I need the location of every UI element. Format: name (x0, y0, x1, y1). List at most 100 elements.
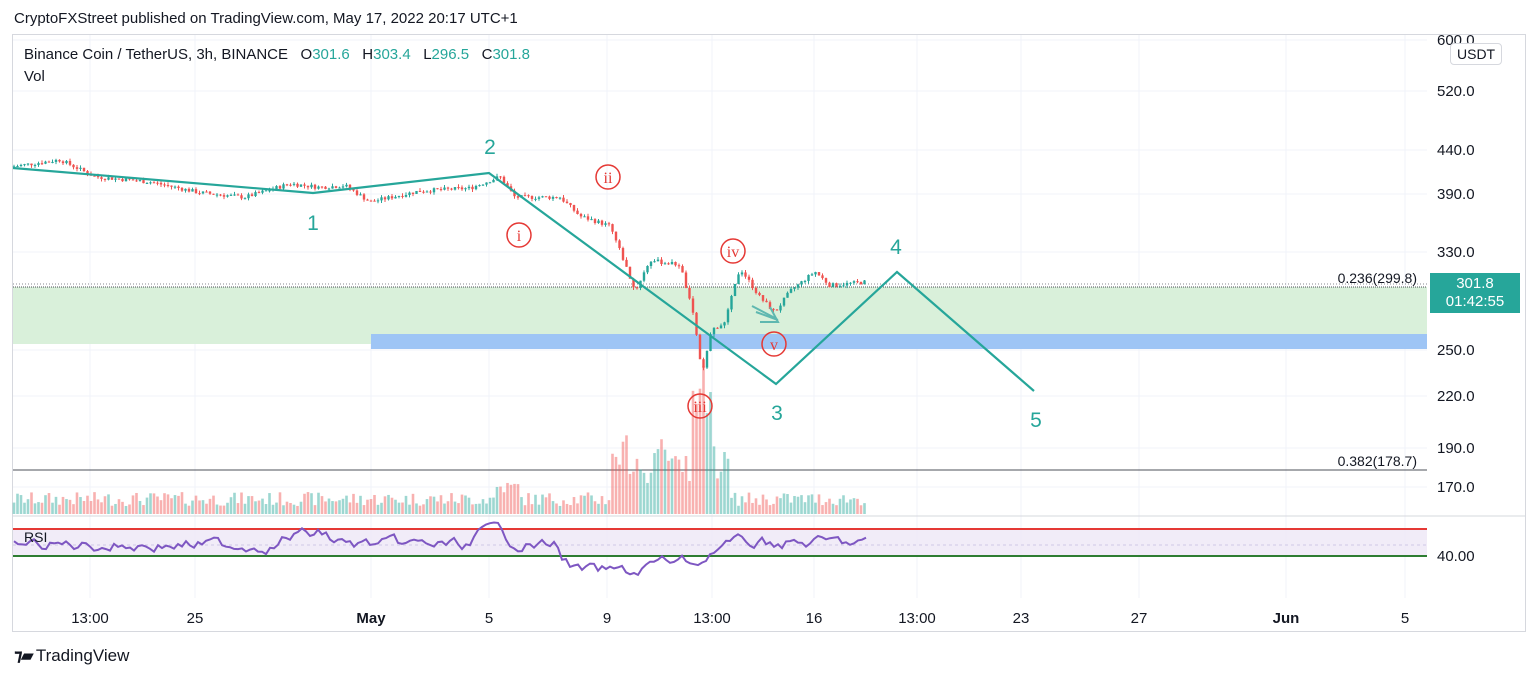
volume-bar (411, 493, 415, 514)
candle-body (338, 187, 341, 189)
volume-bar (747, 492, 751, 514)
chart-canvas[interactable]: 0.236(299.8) 0.382(178.7) 1 2 3 4 5 i ii… (0, 0, 1536, 679)
candle-body (590, 219, 593, 221)
volume-bar (362, 505, 366, 514)
wave-label-3: 3 (771, 402, 783, 425)
price-tick-label: 220.0 (1437, 388, 1475, 405)
volume-bar (600, 496, 604, 514)
volume-bar (348, 502, 352, 514)
volume-bar (44, 495, 47, 514)
volume-bar (856, 498, 859, 514)
volume-bar (569, 505, 572, 514)
volume-bar (751, 502, 754, 514)
volume-bar (219, 505, 222, 514)
volume-bar (684, 456, 688, 514)
volume-bar (33, 503, 37, 514)
time-tick-label: 13:00 (898, 610, 936, 627)
tradingview-logo[interactable]: ⁊▰ TradingView (14, 646, 129, 666)
time-tick-label: 16 (806, 610, 823, 627)
volume-bar (135, 492, 138, 514)
volume-bar (282, 505, 285, 514)
volume-bar (604, 504, 607, 514)
legend-high: 303.4 (373, 46, 411, 63)
volume-bar (660, 439, 663, 514)
price-tick-label: 330.0 (1437, 244, 1475, 261)
candle-body (198, 193, 201, 195)
volume-bar (222, 505, 226, 514)
candle-body (691, 298, 695, 313)
svg-text:ii: ii (604, 170, 613, 187)
candle-body (684, 272, 688, 288)
rsi-axis-label: 40.00 (1437, 548, 1475, 565)
candle-body (254, 192, 257, 197)
volume-bar (597, 503, 600, 514)
volume-bar (257, 500, 261, 514)
candle-body (611, 224, 614, 232)
candle-body (240, 195, 243, 199)
volume-bar (208, 498, 212, 514)
candle-body (40, 163, 44, 165)
volume-bar (30, 492, 33, 514)
volume-bar (180, 492, 184, 514)
candle-body (758, 292, 761, 296)
candle-body (586, 216, 590, 220)
currency-unit-button[interactable]: USDT (1450, 43, 1503, 65)
volume-bar (166, 494, 170, 514)
volume-bar (481, 499, 485, 514)
candle-body (681, 266, 684, 273)
candle-body (142, 180, 145, 184)
candle-body (765, 300, 768, 303)
candle-body (401, 195, 404, 197)
candle-body (275, 186, 278, 189)
legend-open: 301.6 (312, 46, 350, 63)
candle-body (222, 195, 226, 197)
candle-body (576, 210, 579, 214)
candle-body (201, 191, 205, 194)
volume-bar (215, 504, 219, 514)
volume-bar (327, 498, 331, 514)
candle-body (72, 164, 75, 168)
volume-bar (159, 500, 163, 514)
volume-bar (310, 493, 313, 514)
candle-body (607, 223, 611, 225)
volume-bar (786, 494, 789, 514)
candle-body (163, 184, 166, 186)
volume-bar (152, 493, 156, 514)
volume-bar (404, 495, 408, 514)
volume-bar (278, 492, 282, 514)
volume-bar (117, 499, 121, 514)
volume-bar (121, 501, 124, 514)
candle-body (429, 191, 432, 193)
time-tick-label: 9 (603, 610, 611, 627)
volume-bar (446, 501, 450, 514)
wave-label-4: 4 (890, 236, 902, 259)
volume-bar (558, 505, 562, 514)
candle-body (289, 184, 292, 186)
candle-body (376, 200, 380, 202)
volume-bar (124, 505, 128, 514)
candle-body (110, 177, 114, 180)
candle-body (712, 327, 716, 335)
candle-body (149, 182, 152, 184)
time-tick-label: 27 (1131, 610, 1148, 627)
volume-bar (58, 504, 61, 514)
volume-bar (436, 501, 439, 514)
volume-bar (373, 494, 376, 514)
candle-body (796, 284, 800, 288)
time-tick-label: Jun (1273, 610, 1300, 627)
volume-bar (849, 499, 852, 514)
candle-body (523, 195, 527, 197)
volume-bar (499, 486, 502, 514)
volume-bar (366, 499, 369, 514)
volume-bar (306, 492, 310, 514)
time-tick-label: 5 (1401, 610, 1409, 627)
candle-body (688, 287, 691, 299)
legend-c-label: C (481, 46, 493, 63)
candle-body (667, 263, 670, 265)
volume-bar (138, 500, 142, 514)
candle-body (82, 167, 86, 172)
volume-bar (782, 493, 786, 514)
volume-bar (236, 503, 240, 514)
candle-body (481, 184, 485, 186)
candle-body (397, 195, 401, 197)
